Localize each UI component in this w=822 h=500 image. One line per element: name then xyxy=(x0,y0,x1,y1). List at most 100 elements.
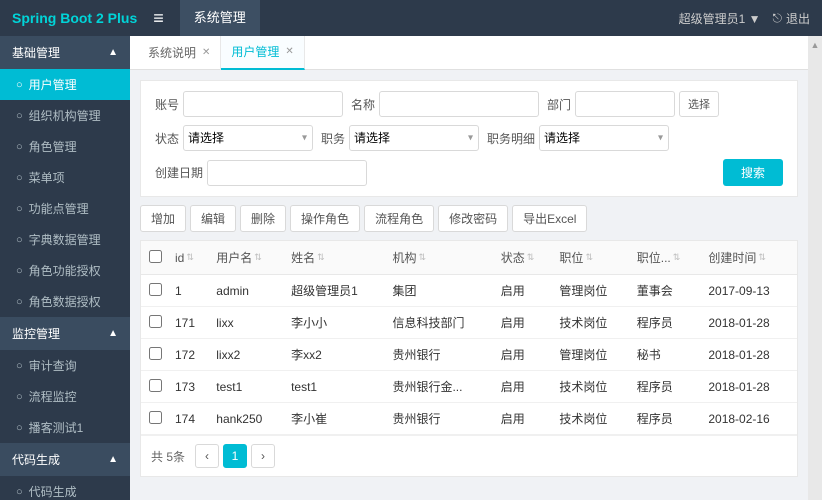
main-content: 系统说明 ✕ 用户管理 ✕ 账号 名称 xyxy=(130,36,808,500)
sidebar-item-label: 菜单项 xyxy=(29,169,65,186)
logout-button[interactable]: ⎋ 退出 xyxy=(772,10,810,27)
row-checkbox[interactable] xyxy=(149,379,162,392)
sort-icon-position-detail: ⇅ xyxy=(673,252,681,263)
position-group: 职务 请选择 xyxy=(321,125,479,151)
sidebar-group-codegen-header[interactable]: 代码生成 ▲ xyxy=(0,443,130,476)
data-table: id ⇅ 用户名 ⇅ 姓名 ⇅ 机构 ⇅ 状态 ⇅ 职位 ⇅ 职位... ⇅ 创… xyxy=(141,241,797,435)
cell-status: 启用 xyxy=(495,339,554,371)
th-sort-position-detail[interactable]: 职位... ⇅ xyxy=(637,249,681,266)
cell-org: 贵州银行 xyxy=(386,339,494,371)
account-group: 账号 xyxy=(155,91,343,117)
tab-system-intro[interactable]: 系统说明 ✕ xyxy=(138,36,221,70)
row-checkbox-cell xyxy=(141,339,169,371)
menu-toggle-icon[interactable]: ≡ xyxy=(153,8,164,29)
sidebar-item-function-management[interactable]: ○ 功能点管理 xyxy=(0,193,130,224)
sidebar-item-user-management[interactable]: ○ 用户管理 xyxy=(0,69,130,100)
sidebar-item-podcast-test[interactable]: ○ 播客测试1 xyxy=(0,412,130,443)
sidebar-group-basic: 基础管理 ▲ ○ 用户管理 ○ 组织机构管理 ○ 角色管理 ○ 菜单项 ○ 功能… xyxy=(0,36,130,317)
th-sort-username[interactable]: 用户名 ⇅ xyxy=(216,249,262,266)
dept-input[interactable] xyxy=(575,91,675,117)
th-sort-status[interactable]: 状态 ⇅ xyxy=(501,249,535,266)
search-button[interactable]: 搜索 xyxy=(723,159,783,186)
dept-label: 部门 xyxy=(547,96,571,113)
row-checkbox[interactable] xyxy=(149,283,162,296)
cell-name: test1 xyxy=(285,371,386,403)
cell-username: admin xyxy=(210,275,285,307)
dept-select-button[interactable]: 选择 xyxy=(679,91,719,117)
sidebar-item-org-management[interactable]: ○ 组织机构管理 xyxy=(0,100,130,131)
flow-role-button[interactable]: 流程角色 xyxy=(364,205,434,232)
user-icon: ○ xyxy=(16,79,23,91)
th-sort-id[interactable]: id ⇅ xyxy=(175,251,194,265)
change-password-button[interactable]: 修改密码 xyxy=(438,205,508,232)
position-detail-select[interactable]: 请选择 xyxy=(539,125,669,151)
export-excel-button[interactable]: 导出Excel xyxy=(512,205,587,232)
right-sidebar: ▲ xyxy=(808,36,822,500)
th-create-time: 创建时间 ⇅ xyxy=(702,241,797,275)
tab-user-management[interactable]: 用户管理 ✕ xyxy=(221,36,304,70)
sidebar-group-monitor-header[interactable]: 监控管理 ▲ xyxy=(0,317,130,350)
th-position-detail: 职位... ⇅ xyxy=(631,241,703,275)
create-date-input[interactable] xyxy=(207,160,367,186)
chevron-up-icon: ▲ xyxy=(108,47,118,58)
position-detail-label: 职务明细 xyxy=(487,130,535,147)
operate-role-button[interactable]: 操作角色 xyxy=(290,205,360,232)
row-checkbox-cell xyxy=(141,275,169,307)
sidebar-item-role-function-auth[interactable]: ○ 角色功能授权 xyxy=(0,255,130,286)
pagination-next-button[interactable]: › xyxy=(251,444,275,468)
row-checkbox[interactable] xyxy=(149,315,162,328)
pagination-page-1-button[interactable]: 1 xyxy=(223,444,247,468)
menu-icon: ○ xyxy=(16,172,23,184)
cell-position: 管理岗位 xyxy=(553,339,630,371)
sidebar-item-role-data-auth[interactable]: ○ 角色数据授权 xyxy=(0,286,130,317)
sort-icon-status: ⇅ xyxy=(527,252,535,263)
cell-create-time: 2018-01-28 xyxy=(702,371,797,403)
table-row: 174 hank250 李小崔 贵州银行 启用 技术岗位 程序员 2018-02… xyxy=(141,403,797,435)
dept-group: 部门 选择 xyxy=(547,91,719,117)
sidebar-item-flow-monitor[interactable]: ○ 流程监控 xyxy=(0,381,130,412)
th-id: id ⇅ xyxy=(169,241,210,275)
th-sort-position[interactable]: 职位 ⇅ xyxy=(559,249,593,266)
edit-button[interactable]: 编辑 xyxy=(190,205,236,232)
cell-username: lixx2 xyxy=(210,339,285,371)
row-checkbox[interactable] xyxy=(149,411,162,424)
tab-close-icon[interactable]: ✕ xyxy=(202,47,210,58)
row-checkbox-cell xyxy=(141,403,169,435)
th-sort-create-time[interactable]: 创建时间 ⇅ xyxy=(708,249,766,266)
sidebar-item-label: 审计查询 xyxy=(29,357,77,374)
sidebar-item-menu[interactable]: ○ 菜单项 xyxy=(0,162,130,193)
account-input[interactable] xyxy=(183,91,343,117)
th-sort-name[interactable]: 姓名 ⇅ xyxy=(291,249,325,266)
name-input[interactable] xyxy=(379,91,539,117)
sidebar-group-basic-header[interactable]: 基础管理 ▲ xyxy=(0,36,130,69)
table-header-row: id ⇅ 用户名 ⇅ 姓名 ⇅ 机构 ⇅ 状态 ⇅ 职位 ⇅ 职位... ⇅ 创… xyxy=(141,241,797,275)
sidebar-item-label: 角色管理 xyxy=(29,138,77,155)
sidebar-item-audit-query[interactable]: ○ 审计查询 xyxy=(0,350,130,381)
cell-create-time: 2018-01-28 xyxy=(702,339,797,371)
pagination-total: 共 5条 xyxy=(151,448,185,465)
audit-icon: ○ xyxy=(16,360,23,372)
row-checkbox[interactable] xyxy=(149,347,162,360)
sidebar: 基础管理 ▲ ○ 用户管理 ○ 组织机构管理 ○ 角色管理 ○ 菜单项 ○ 功能… xyxy=(0,36,130,500)
delete-button[interactable]: 删除 xyxy=(240,205,286,232)
pagination-prev-button[interactable]: ‹ xyxy=(195,444,219,468)
add-button[interactable]: 增加 xyxy=(140,205,186,232)
content-area: 账号 名称 部门 选择 状态 xyxy=(130,70,808,500)
select-all-checkbox[interactable] xyxy=(149,250,162,263)
cell-name: 李小小 xyxy=(285,307,386,339)
cell-create-time: 2018-02-16 xyxy=(702,403,797,435)
tab-label: 用户管理 xyxy=(231,43,279,60)
name-label: 名称 xyxy=(351,96,375,113)
table-row: 171 lixx 李小小 信息科技部门 启用 技术岗位 程序员 2018-01-… xyxy=(141,307,797,339)
cell-name: 李xx2 xyxy=(285,339,386,371)
position-select[interactable]: 请选择 xyxy=(349,125,479,151)
tab-close-icon[interactable]: ✕ xyxy=(285,46,293,57)
sidebar-item-code-gen[interactable]: ○ 代码生成 xyxy=(0,476,130,500)
th-sort-org[interactable]: 机构 ⇅ xyxy=(392,249,426,266)
sidebar-item-dict-management[interactable]: ○ 字典数据管理 xyxy=(0,224,130,255)
sidebar-item-role-management[interactable]: ○ 角色管理 xyxy=(0,131,130,162)
th-status: 状态 ⇅ xyxy=(495,241,554,275)
user-dropdown[interactable]: 超级管理员1 ▼ xyxy=(679,10,761,27)
status-select[interactable]: 请选择 启用 禁用 xyxy=(183,125,313,151)
th-org: 机构 ⇅ xyxy=(386,241,494,275)
